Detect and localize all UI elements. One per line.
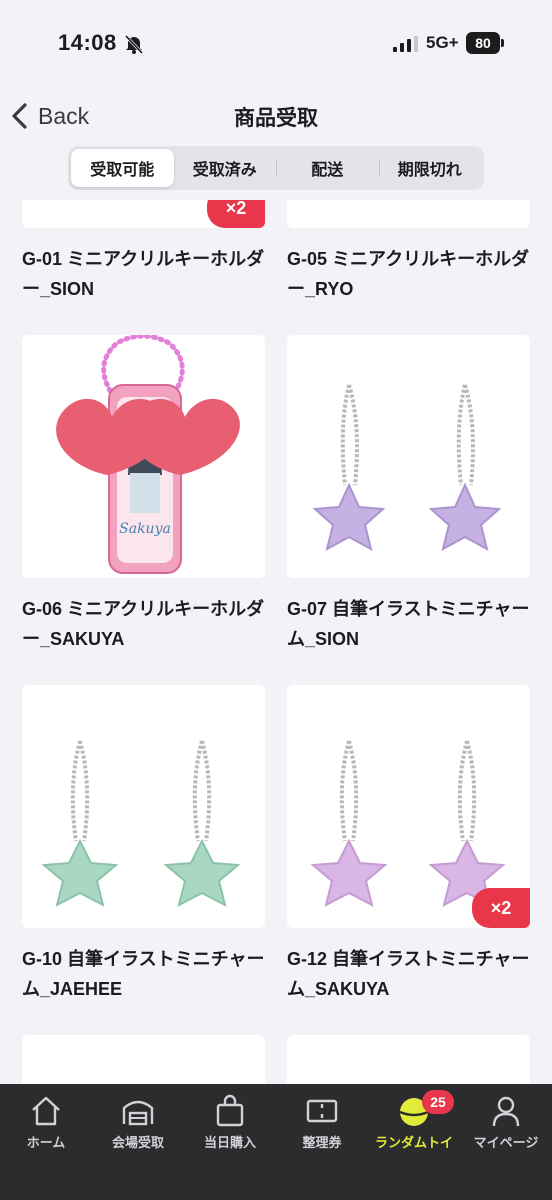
- quantity-badge: ×2: [207, 200, 265, 228]
- tab-label: 整理券: [302, 1135, 342, 1150]
- segment-expired[interactable]: 期限切れ: [378, 149, 482, 187]
- product-card-image[interactable]: Sakuya: [22, 335, 265, 578]
- star-charm-image: [312, 384, 502, 551]
- shopping-bag-icon: [216, 1094, 244, 1127]
- bell-off-icon: [124, 34, 144, 54]
- network-type: 5G+: [426, 33, 459, 52]
- product-title[interactable]: G-05 ミニアクリルキーホルダー_RYO: [287, 244, 537, 304]
- signal-icon: [393, 36, 418, 52]
- nav-bar: Back 商品受取: [0, 88, 552, 144]
- product-card-image[interactable]: [287, 1035, 530, 1084]
- tab-random-toy[interactable]: 25 ランダムトイ: [368, 1084, 460, 1200]
- person-icon: [492, 1096, 520, 1127]
- venue-icon: [122, 1100, 154, 1126]
- star-charm-image: [41, 740, 241, 907]
- product-card-image[interactable]: ×2: [287, 685, 530, 928]
- battery-tip: [501, 39, 504, 47]
- tab-same-day[interactable]: 当日購入: [184, 1084, 276, 1200]
- product-card-image[interactable]: ×2: [22, 200, 265, 228]
- tab-home[interactable]: ホーム: [0, 1084, 92, 1200]
- tab-label: 会場受取: [111, 1135, 164, 1150]
- status-bar: 14:08 5G+ 80: [0, 0, 552, 88]
- battery-icon: 80: [466, 32, 500, 54]
- product-title[interactable]: G-07 自筆イラストミニチャーム_SION: [287, 594, 537, 654]
- product-title[interactable]: G-06 ミニアクリルキーホルダー_SAKUYA: [22, 594, 272, 654]
- tab-venue[interactable]: 会場受取: [92, 1084, 184, 1200]
- bottom-tab-bar: ホーム 会場受取 当日購入 整理券 25 ランダムトイ マイページ: [0, 1084, 552, 1200]
- product-card-image[interactable]: [22, 685, 265, 928]
- tab-label: 当日購入: [203, 1135, 256, 1150]
- tab-label: ホーム: [26, 1135, 66, 1150]
- product-title[interactable]: G-01 ミニアクリルキーホルダー_SION: [22, 244, 272, 304]
- tab-ticket[interactable]: 整理券: [276, 1084, 368, 1200]
- segment-available[interactable]: 受取可能: [71, 149, 174, 187]
- product-title[interactable]: G-10 自筆イラストミニチャーム_JAEHEE: [22, 944, 272, 1004]
- tab-label: マイページ: [473, 1135, 539, 1150]
- product-card-image[interactable]: [22, 1035, 265, 1084]
- product-card-image[interactable]: [287, 335, 530, 578]
- segment-shipping[interactable]: 配送: [276, 149, 379, 187]
- notification-badge: 25: [422, 1090, 454, 1114]
- status-segmented-control: 受取可能 受取済み 配送 期限切れ: [68, 146, 484, 190]
- tab-label: ランダムトイ: [374, 1135, 453, 1150]
- segment-received[interactable]: 受取済み: [174, 149, 277, 187]
- home-icon: [32, 1096, 60, 1126]
- svg-text:Sakuya: Sakuya: [119, 521, 171, 537]
- product-card-image[interactable]: [287, 200, 530, 228]
- product-grid[interactable]: ×2 G-01 ミニアクリルキーホルダー_SION G-05 ミニアクリルキーホ…: [0, 200, 552, 1084]
- tab-my-page[interactable]: マイページ: [460, 1084, 552, 1200]
- status-time: 14:08: [58, 30, 117, 55]
- page-title: 商品受取: [234, 107, 318, 130]
- ticket-icon: [306, 1099, 338, 1123]
- quantity-badge: ×2: [472, 888, 530, 928]
- product-title[interactable]: G-12 自筆イラストミニチャーム_SAKUYA: [287, 944, 537, 1004]
- acrylic-keychain-image: Sakuya: [56, 335, 240, 574]
